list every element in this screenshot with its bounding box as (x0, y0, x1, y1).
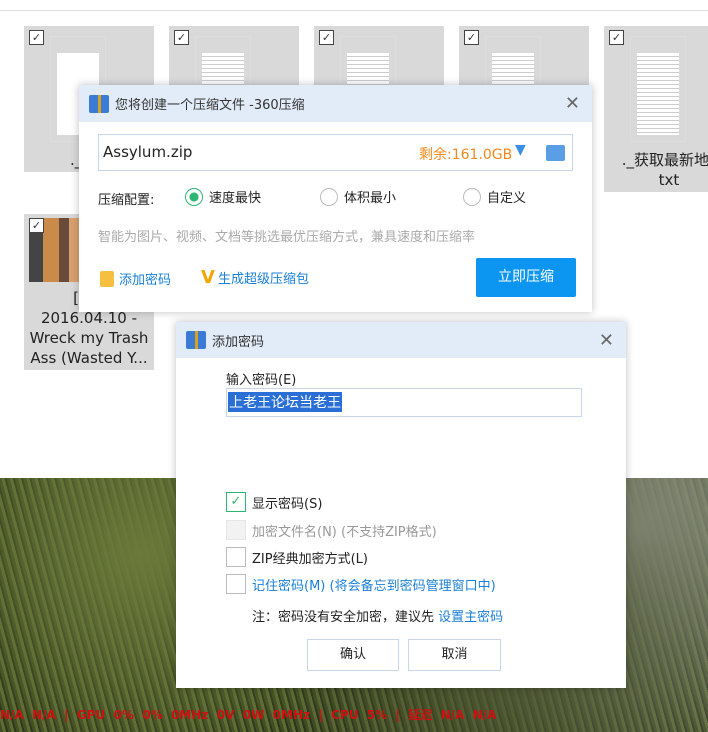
title-bar: 添加密码 (176, 322, 626, 358)
lock-icon (100, 270, 114, 287)
checkbox-icon[interactable]: ✓ (29, 30, 44, 45)
remember-password-checkbox[interactable]: 记住密码(M) (将会备忘到密码管理窗口中) (226, 574, 496, 594)
config-label: 压缩配置: (98, 193, 155, 208)
radio-label: 体积最小 (344, 191, 397, 206)
filename-value: Assylum.zip (103, 143, 193, 161)
radio-speed[interactable]: 速度最快 (185, 187, 261, 206)
dropdown-arrow-icon[interactable]: ▼ (515, 142, 526, 158)
radio-custom[interactable]: 自定义 (463, 187, 526, 206)
checkbox-label: 显示密码(S) (252, 496, 323, 512)
vip-v-icon: V (201, 267, 215, 288)
compress-now-button[interactable]: 立即压缩 (476, 258, 576, 297)
divider (0, 10, 708, 11)
super-pack-link[interactable]: V 生成超级压缩包 (201, 267, 309, 288)
file-name: Ass (Wasted Y... (30, 349, 148, 367)
set-master-password-link[interactable]: 设置主密码 (438, 610, 503, 625)
add-password-label: 添加密码 (119, 273, 172, 288)
radio-icon (463, 187, 481, 206)
checkbox-icon[interactable]: ✓ (609, 30, 624, 45)
password-value: 上老王论坛当老王 (228, 392, 342, 412)
add-password-link[interactable]: 添加密码 (100, 269, 171, 288)
file-name: Wreck my Trash (29, 329, 149, 347)
add-password-dialog: 添加密码 ✕ 输入密码(E) 上老王论坛当老王 ✓ 显示密码(S) 加密文件名(N… (176, 322, 626, 688)
compress-dialog: 您将创建一个压缩文件 -360压缩 ✕ Assylum.zip 剩余:161.0… (79, 85, 592, 312)
file-name-ext: txt (658, 171, 680, 189)
checkmark-icon: ✓ (226, 492, 246, 512)
close-icon[interactable]: ✕ (565, 93, 580, 114)
360zip-icon (89, 94, 109, 113)
radio-size[interactable]: 体积最小 (320, 187, 396, 206)
encrypt-names-checkbox: 加密文件名(N) (不支持ZIP格式) (226, 520, 437, 540)
filename-input[interactable]: Assylum.zip 剩余:161.0GB ▼ (98, 134, 573, 171)
checkbox-icon[interactable]: ✓ (464, 30, 479, 45)
super-pack-label: 生成超级压缩包 (217, 272, 309, 287)
checkbox-icon[interactable]: ✓ (174, 30, 189, 45)
folder-icon[interactable] (546, 145, 565, 161)
dialog-title: 您将创建一个压缩文件 -360压缩 (115, 98, 305, 113)
checkbox-icon (226, 574, 246, 594)
file-tile[interactable]: ✓ ._获取最新地址 txt (604, 26, 708, 192)
hint-text: 智能为图片、视频、文档等挑选最优压缩方式，兼具速度和压缩率 (98, 230, 476, 245)
note-label: 注：密码没有安全加密，建议先 (252, 610, 439, 625)
checkbox-icon (226, 520, 246, 540)
title-bar: 您将创建一个压缩文件 -360压缩 (79, 85, 592, 122)
checkbox-label: 加密文件名(N) (不支持ZIP格式) (252, 524, 437, 540)
checkbox-label: 记住密码(M) (将会备忘到密码管理窗口中) (252, 578, 496, 594)
checkbox-icon[interactable]: ✓ (29, 218, 44, 233)
performance-overlay: N/A N/A | GPU 0% 0% 0MHz 0V 0W 0MHz | CP… (0, 708, 497, 722)
cancel-button[interactable]: 取消 (408, 639, 501, 671)
show-password-checkbox[interactable]: ✓ 显示密码(S) (226, 492, 322, 512)
free-space: 剩余:161.0GB (419, 147, 513, 163)
radio-label: 自定义 (487, 191, 527, 206)
confirm-button[interactable]: 确认 (307, 639, 399, 671)
radio-icon (320, 187, 338, 206)
radio-label: 速度最快 (209, 191, 262, 206)
note-text: 注：密码没有安全加密，建议先 设置主密码 (252, 606, 503, 625)
zip-classic-checkbox[interactable]: ZIP经典加密方式(L) (226, 547, 368, 567)
checkbox-icon (226, 547, 246, 567)
text-file-icon (630, 36, 686, 142)
dialog-title: 添加密码 (212, 334, 265, 350)
password-label: 输入密码(E) (226, 373, 297, 388)
360zip-icon (186, 331, 206, 349)
radio-icon (185, 187, 203, 206)
password-input[interactable]: 上老王论坛当老王 (226, 388, 582, 417)
checkbox-icon[interactable]: ✓ (319, 30, 334, 45)
close-icon[interactable]: ✕ (599, 330, 614, 351)
file-name: ._获取最新地址 (621, 151, 708, 169)
checkbox-label: ZIP经典加密方式(L) (252, 551, 368, 567)
